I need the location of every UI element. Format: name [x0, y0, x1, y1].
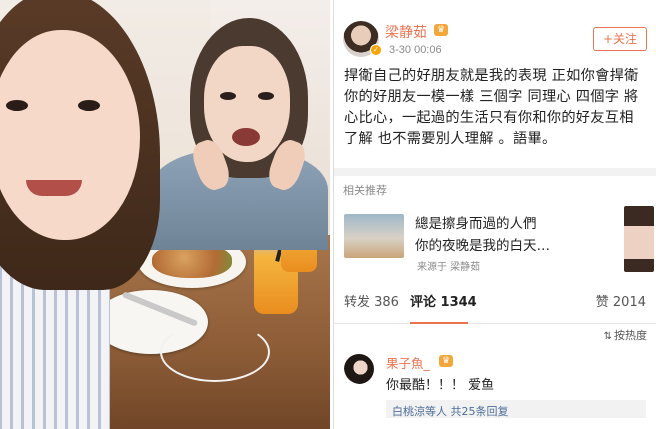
commenter-name[interactable]: 果子魚_: [386, 353, 430, 372]
tab-repost[interactable]: 转发 386: [344, 291, 399, 310]
vip-crown-icon: ♛: [434, 24, 448, 36]
selfie-photo: [0, 0, 330, 429]
mouth: [232, 128, 260, 146]
comment-text: 你最酷！！！ 爱鱼: [386, 378, 495, 393]
related-side-image: [624, 206, 654, 272]
post-header: ✓ 梁静茹 ♛ 3-30 00:06 +关注: [334, 0, 656, 62]
eye: [6, 100, 28, 111]
eye: [220, 92, 236, 100]
comment-item: 果子魚_ ♛ 你最酷！！！ 爱鱼 白桃涼等人 共25条回复: [334, 348, 656, 418]
related-text-line1: 總是擦身而過的人們: [415, 216, 537, 232]
reply-summary[interactable]: 白桃涼等人 共25条回复: [386, 400, 646, 418]
eye: [78, 100, 100, 111]
commenter-avatar[interactable]: [344, 354, 374, 384]
post-text: 捍衛自己的好朋友就是我的表現 正如你會捍衛你的好朋友一模一樣 三個字 同理心 四…: [344, 68, 639, 147]
interaction-tabbar: 转发 386 评论 1344 赞 2014: [334, 282, 656, 324]
mouth: [26, 180, 82, 196]
active-tab-indicator: [410, 322, 468, 324]
sort-label: 按热度: [614, 329, 647, 342]
follow-button[interactable]: +关注: [593, 27, 647, 51]
related-text-line2: 你的夜晚是我的白天…: [415, 238, 550, 254]
earphone-cable: [160, 322, 270, 382]
verified-badge-icon: ✓: [370, 44, 382, 56]
eye: [258, 92, 274, 100]
weibo-post-panel: ✓ 梁静茹 ♛ 3-30 00:06 +关注 捍衛自己的好朋友就是我的表現 正如…: [333, 0, 656, 429]
related-section-title: 相关推荐: [343, 184, 387, 197]
related-source: 来源于 梁静茹: [417, 262, 481, 273]
tab-like[interactable]: 赞 2014: [596, 291, 646, 310]
related-card[interactable]: 總是擦身而過的人們 你的夜晚是我的白天… 来源于 梁静茹: [334, 204, 656, 274]
sort-control[interactable]: ⇅ 按热度: [334, 324, 656, 348]
related-thumbnail: [344, 214, 404, 258]
username[interactable]: 梁静茹: [385, 22, 427, 42]
sort-icon: ⇅: [603, 331, 612, 342]
tab-comment[interactable]: 评论 1344: [410, 291, 477, 310]
vip-crown-icon: ♛: [439, 355, 453, 367]
section-divider: [334, 168, 656, 176]
post-timestamp: 3-30 00:06: [389, 44, 442, 56]
